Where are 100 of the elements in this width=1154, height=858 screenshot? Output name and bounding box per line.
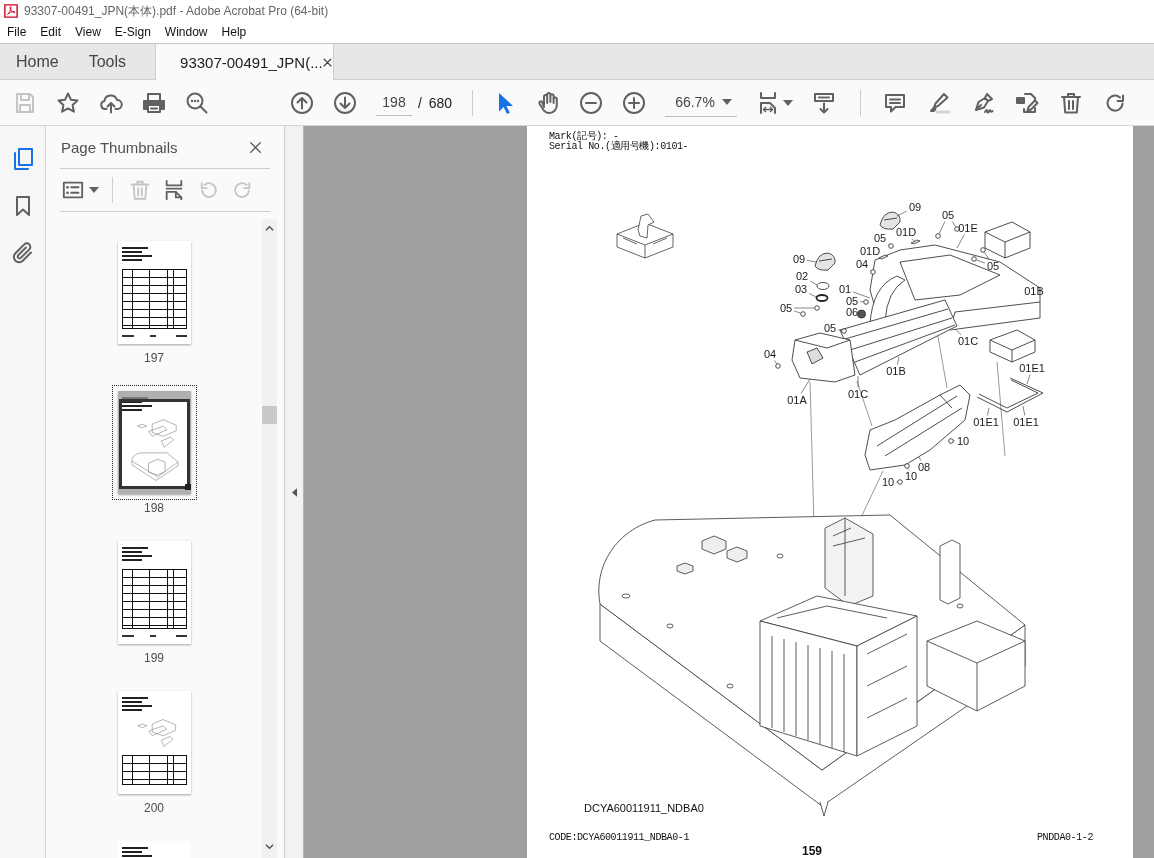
leader-line	[837, 329, 842, 331]
end-cap	[791, 332, 856, 383]
l-rod	[976, 377, 1044, 413]
leader-line	[987, 407, 990, 416]
page-number-label: 197	[144, 351, 164, 365]
edit-document-icon[interactable]	[1015, 90, 1040, 115]
panel-collapse-handle[interactable]	[284, 126, 304, 858]
part-number-label: 05	[823, 322, 837, 334]
page-thumbnail[interactable]	[117, 691, 191, 794]
part-number-label: 06	[845, 306, 859, 318]
page-thumbnail[interactable]	[117, 841, 191, 858]
orientation-marker-icon	[616, 213, 674, 259]
leader-line	[953, 440, 956, 442]
printer-icon[interactable]	[142, 90, 166, 115]
part-number-label: 01A	[787, 394, 807, 406]
part-number-label: 10	[956, 435, 970, 447]
clip-part	[910, 239, 921, 245]
menu-item[interactable]: Edit	[33, 24, 69, 41]
leader-line	[897, 356, 900, 365]
leader-line	[859, 301, 864, 303]
caret-icon	[291, 487, 297, 497]
menu-item[interactable]: E-Sign	[107, 24, 158, 41]
part-number-label: 09	[792, 253, 806, 265]
part-number-label: 03	[794, 283, 808, 295]
zoom-in-icon[interactable]	[622, 90, 647, 115]
page-number-label: 198	[144, 501, 164, 515]
part-number-label: 01C	[847, 388, 869, 400]
screw	[948, 438, 954, 444]
knob	[857, 309, 866, 319]
trash-icon[interactable]	[1059, 90, 1084, 115]
screw	[897, 479, 903, 485]
part-number-label: 05	[873, 232, 887, 244]
leader-line	[911, 238, 916, 243]
clip-part	[878, 254, 889, 260]
cap-disc	[816, 282, 830, 290]
page-thumbnail[interactable]	[117, 541, 191, 644]
page-thumbnail[interactable]	[117, 391, 191, 494]
scrollbar-thumb[interactable]	[262, 406, 277, 424]
star-icon[interactable]	[56, 90, 80, 115]
tab[interactable]: 93307-00491_JPN(...	[155, 44, 335, 80]
arrow-down-circle-icon[interactable]	[333, 90, 357, 115]
screw	[954, 226, 960, 232]
close-icon[interactable]	[322, 57, 332, 67]
menu-item[interactable]: View	[68, 24, 108, 41]
part-number-label: 08	[917, 461, 931, 473]
scroll-up-icon[interactable]	[265, 225, 274, 231]
part-number-label: 01E1	[1013, 416, 1039, 428]
caret-icon[interactable]	[783, 99, 794, 106]
caret-icon[interactable]	[89, 187, 99, 193]
page-number-label: 199	[144, 651, 164, 665]
leader-line	[857, 375, 859, 388]
window-title: 93307-00491_JPN(本体).pdf - Adobe Acrobat Pro (64-bit)	[24, 2, 329, 20]
menu-item[interactable]: Window	[157, 24, 215, 41]
leader-line	[809, 280, 818, 286]
menu-item[interactable]: File	[0, 24, 34, 41]
menu-item[interactable]: Help	[214, 24, 254, 41]
part-number-label: 05	[779, 302, 793, 314]
screw	[888, 243, 894, 249]
scrollbar[interactable]	[262, 219, 277, 858]
page-number-field[interactable]: 198	[376, 89, 412, 116]
leader-line	[896, 210, 908, 217]
insert-page-icon[interactable]	[163, 179, 185, 201]
scroll-down-icon[interactable]	[265, 844, 274, 850]
part-number-label: 01	[838, 283, 852, 295]
screw	[935, 233, 941, 239]
tab[interactable]: Home	[0, 44, 74, 79]
caret-icon[interactable]	[722, 99, 733, 105]
paperclip-icon[interactable]	[10, 241, 35, 265]
screw	[904, 463, 910, 469]
close-icon[interactable]	[249, 140, 262, 154]
leader-line	[1026, 374, 1031, 385]
zoom-field[interactable]: 66.7%	[665, 88, 738, 117]
list-options-icon[interactable]	[62, 179, 84, 201]
page-count: / 680	[418, 94, 453, 111]
tab[interactable]: Tools	[73, 44, 142, 79]
hand-icon[interactable]	[536, 90, 561, 115]
mounting-bracket	[989, 329, 1036, 363]
leader-line	[895, 481, 898, 483]
page-reference: PNDDA0-1-2	[1037, 832, 1093, 844]
scroll-mode-icon[interactable]	[812, 90, 837, 115]
leader-line	[951, 221, 956, 228]
arrow-up-circle-icon[interactable]	[290, 90, 314, 115]
leader-line	[808, 293, 817, 298]
screw	[870, 269, 876, 275]
page-thumbnail[interactable]	[117, 241, 191, 344]
part-number-label: 05	[845, 295, 859, 307]
part-number-label: 04	[763, 348, 777, 360]
leader-line	[918, 456, 922, 461]
search-icon[interactable]	[185, 90, 209, 115]
highlighter-icon[interactable]	[927, 90, 952, 115]
leader-line	[954, 328, 962, 335]
vent-cap	[814, 252, 836, 271]
vent-cap	[879, 211, 901, 230]
mounting-bracket	[984, 221, 1031, 259]
page-number: 159	[802, 845, 823, 858]
leader-line	[800, 378, 811, 394]
code-text: CODE:DCYA60011911_NDBA0-1	[549, 832, 690, 844]
part-number-label: 04	[855, 258, 869, 270]
zoom-out-icon[interactable]	[579, 90, 604, 115]
part-number-label: 01E1	[1019, 362, 1045, 374]
